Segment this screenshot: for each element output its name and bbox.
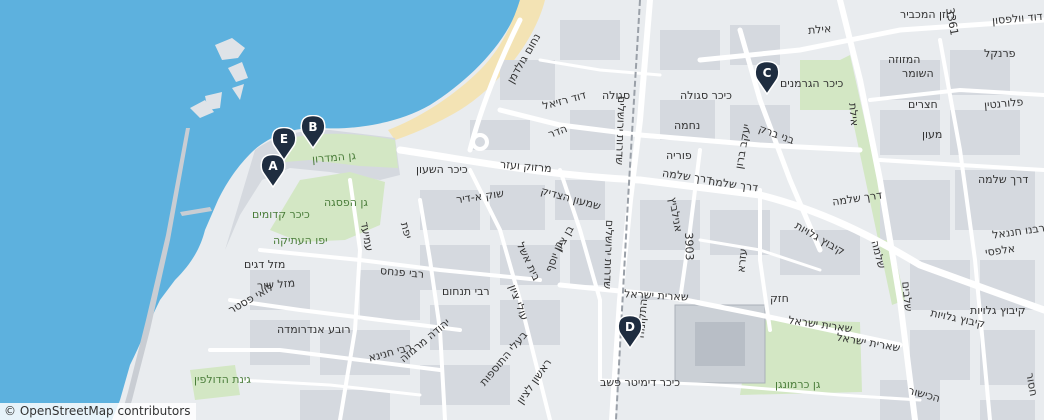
label-kikar-kdumim: כיכר קדומים [252, 208, 310, 221]
marker-label: A [268, 159, 278, 173]
map-marker-b[interactable]: B [300, 115, 326, 149]
label-sderot-yerushalayim: שדרות ירושלים [612, 95, 629, 166]
label-maon: מעון [922, 128, 943, 141]
label-rova-andromeda: רובע אנדרומדה [277, 323, 351, 336]
label-eilat: אילת [846, 102, 862, 127]
label-shalvim: שלבים [899, 280, 915, 313]
stadium-field [695, 322, 745, 366]
map-attribution: © OpenStreetMap contributors [0, 403, 197, 420]
label-kikar-sgula: כיכר סגולה [680, 89, 732, 102]
label-chazak: חזק [770, 292, 789, 305]
label-elat: אילת [807, 22, 832, 37]
map-view[interactable]: גן המדרון כיכר השעון גן הפסגה כיכר קדומי… [0, 0, 1044, 420]
label-gina-hadolfin: גינת הדולפין [194, 373, 251, 386]
label-hashomer: השומר [902, 67, 934, 80]
label-kibbutz-galuyot-3: קיבוץ גלויות [970, 304, 1026, 317]
label-mazal-dagim: מזל דגים [244, 258, 286, 271]
label-kikar-dimitri: כיכר דימיטר פשב [600, 376, 681, 389]
label-frenkel: פרנקל [984, 47, 1016, 60]
attribution-link[interactable]: OpenStreetMap contributors [20, 404, 191, 418]
marker-label: C [762, 66, 772, 80]
label-derech-shlomo-4: דרך שלמה [978, 173, 1029, 186]
label-sgula: סגולה [602, 89, 631, 102]
map-marker-c[interactable]: C [754, 61, 780, 95]
label-nechama: נחמה [674, 119, 701, 132]
map-marker-e[interactable]: E [271, 127, 297, 161]
label-ezra: עזרא [734, 247, 750, 274]
label-chatzrim: חצרים [908, 98, 938, 111]
label-gan-hapisga: גן הפסגה [324, 196, 368, 209]
label-rabi-tanchum: רבי תנחום [442, 285, 490, 298]
label-hamezuza: המזוזה [888, 53, 921, 66]
label-poria: פוריה [666, 149, 692, 162]
map-marker-d[interactable]: D [617, 315, 643, 349]
label-yafo-haatika: יפו העתיקה [273, 234, 328, 247]
label-3903: 3903 [682, 232, 696, 261]
label-kikar-hashaon: כיכר השעון [416, 163, 468, 176]
copyright-symbol: © [4, 404, 16, 418]
marker-label: D [625, 320, 635, 334]
label-sderot-yerushalayim-2: שדרות ירושלים [600, 219, 617, 290]
label-kikar-hagerman: כיכר הגרמנים [780, 77, 844, 90]
marker-label: E [279, 132, 289, 146]
marker-label: B [308, 120, 318, 134]
label-gan-carmon: גן כרמונגן [775, 378, 821, 391]
